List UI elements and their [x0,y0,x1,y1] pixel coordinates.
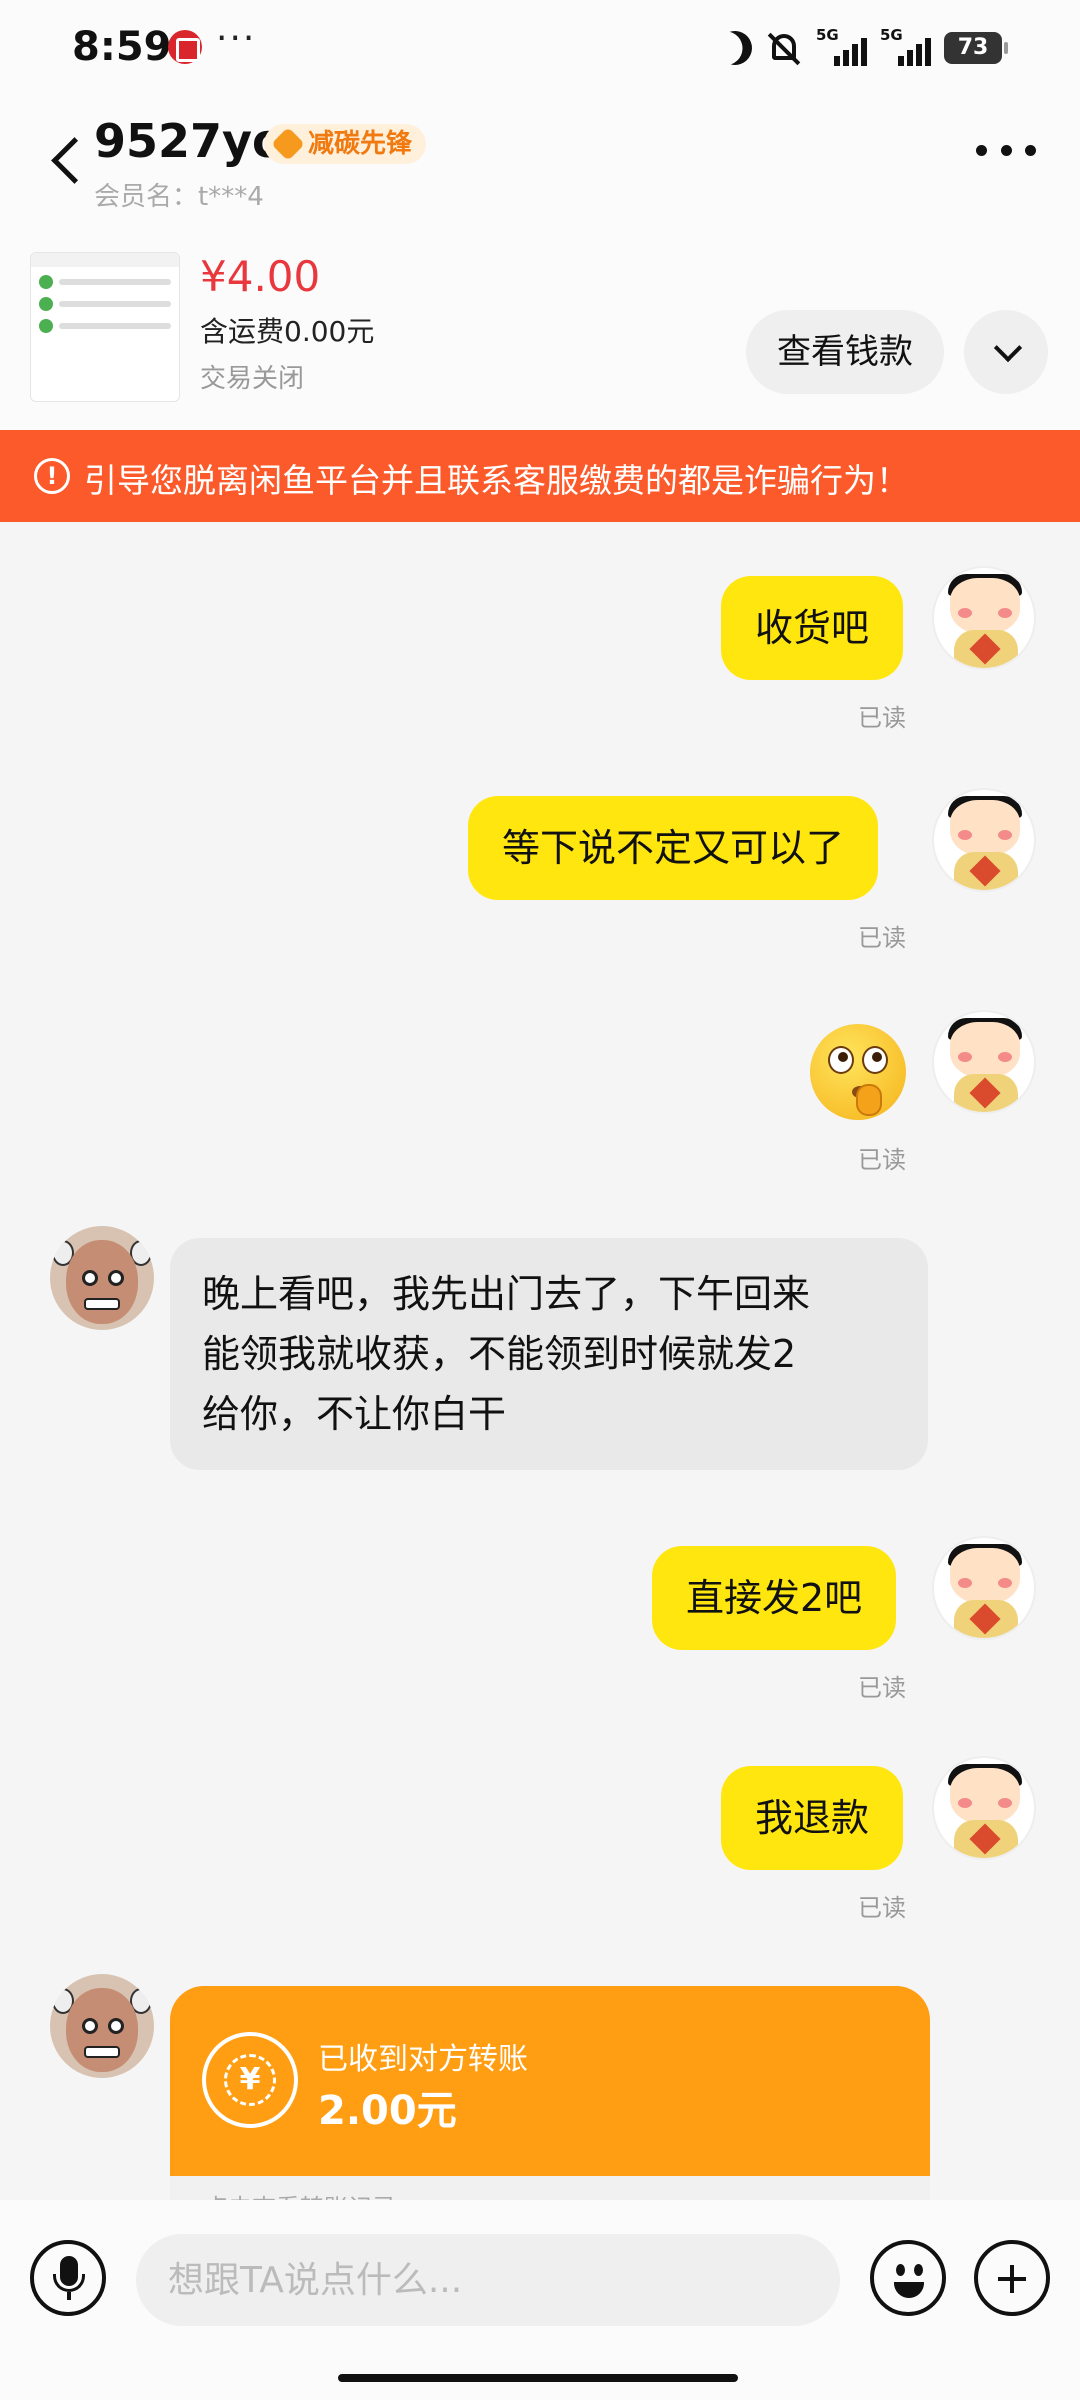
shipping-fee: 含运费0.00元 [200,315,375,348]
read-receipt: 已读 [858,1674,906,1702]
do-not-disturb-icon [713,26,757,70]
warning-text: 引导您脱离闲鱼平台并且联系客服缴费的都是诈骗行为！ [84,461,909,500]
signal-icon-1: 5G [816,26,867,66]
chat-header: 9527yo 减碳先锋 会员名：t***4 [0,100,1080,230]
signal-icon-2: 5G [880,26,931,66]
product-thumbnail[interactable] [30,252,180,402]
badge-label: 减碳先锋 [308,129,413,159]
my-message-bubble[interactable]: 直接发2吧 [652,1546,897,1650]
read-receipt: 已读 [858,704,906,732]
alert-icon: ! [34,458,70,494]
fraud-warning-banner: ! 引导您脱离闲鱼平台并且联系客服缴费的都是诈骗行为！ [0,430,1080,522]
my-avatar[interactable] [932,1536,1036,1640]
microphone-icon[interactable] [30,2240,106,2316]
leaf-badge-icon [271,127,305,161]
contact-avatar[interactable] [50,1974,154,2078]
contact-avatar[interactable] [50,1226,154,1330]
transfer-yuan-icon: ¥ [202,2032,298,2128]
transfer-footer[interactable]: 点击查看转账记录 [170,2176,930,2200]
eco-badge[interactable]: 减碳先锋 [264,124,427,164]
message-input[interactable] [136,2234,840,2326]
my-avatar[interactable] [932,788,1036,892]
status-bar: 8:59 ··· 5G 5G 73 [0,0,1080,100]
plus-icon[interactable] [974,2240,1050,2316]
product-price: ¥4.00 [200,252,321,301]
battery-icon: 73 [944,32,1008,64]
view-payment-button[interactable]: 查看钱款 [746,310,944,394]
silent-mode-icon [766,30,802,66]
read-receipt: 已读 [858,1146,906,1174]
my-avatar[interactable] [932,1756,1036,1860]
contact-message-bubble[interactable]: 晚上看吧，我先出门去了，下午回来 能领我就收获，不能领到时候就发2 给你，不让你… [170,1238,928,1470]
thinking-face-emoji-icon[interactable] [810,1024,906,1120]
transfer-card[interactable]: ¥ 已收到对方转账 2.00元 点击查看转账记录 [170,1986,930,2200]
status-time: 8:59 [72,24,172,70]
input-bar [0,2200,1080,2400]
bank-app-icon [168,30,202,64]
back-arrow-icon[interactable] [48,136,88,186]
more-notifications-icon: ··· [216,18,257,59]
my-avatar[interactable] [932,566,1036,670]
transfer-title: 已收到对方转账 [318,2042,528,2077]
contact-nickname[interactable]: 9527yo [94,114,284,168]
message-line: 能领我就收获，不能领到时候就发2 [202,1332,797,1376]
my-avatar[interactable] [932,1010,1036,1114]
my-message-bubble[interactable]: 收货吧 [721,576,904,680]
my-message-bubble[interactable]: 我退款 [721,1766,904,1870]
home-indicator[interactable] [338,2374,738,2382]
chevron-down-icon[interactable] [964,310,1048,394]
message-line: 晚上看吧，我先出门去了，下午回来 [202,1272,811,1316]
trade-status: 交易关闭 [200,364,305,394]
read-receipt: 已读 [858,1894,906,1922]
more-options-icon[interactable] [976,140,1036,160]
message-line: 给你，不让你白干 [202,1392,507,1436]
product-card[interactable]: ¥4.00 含运费0.00元 交易关闭 查看钱款 [0,230,1080,430]
status-icons: 5G 5G 73 [718,26,1008,70]
transfer-amount: 2.00元 [318,2088,457,2134]
read-receipt: 已读 [858,924,906,952]
emoji-picker-icon[interactable] [870,2240,946,2316]
transfer-footer-label: 点击查看转账记录 [204,2188,396,2200]
my-message-bubble[interactable]: 等下说不定又可以了 [468,796,879,900]
member-name: 会员名：t***4 [94,182,264,212]
